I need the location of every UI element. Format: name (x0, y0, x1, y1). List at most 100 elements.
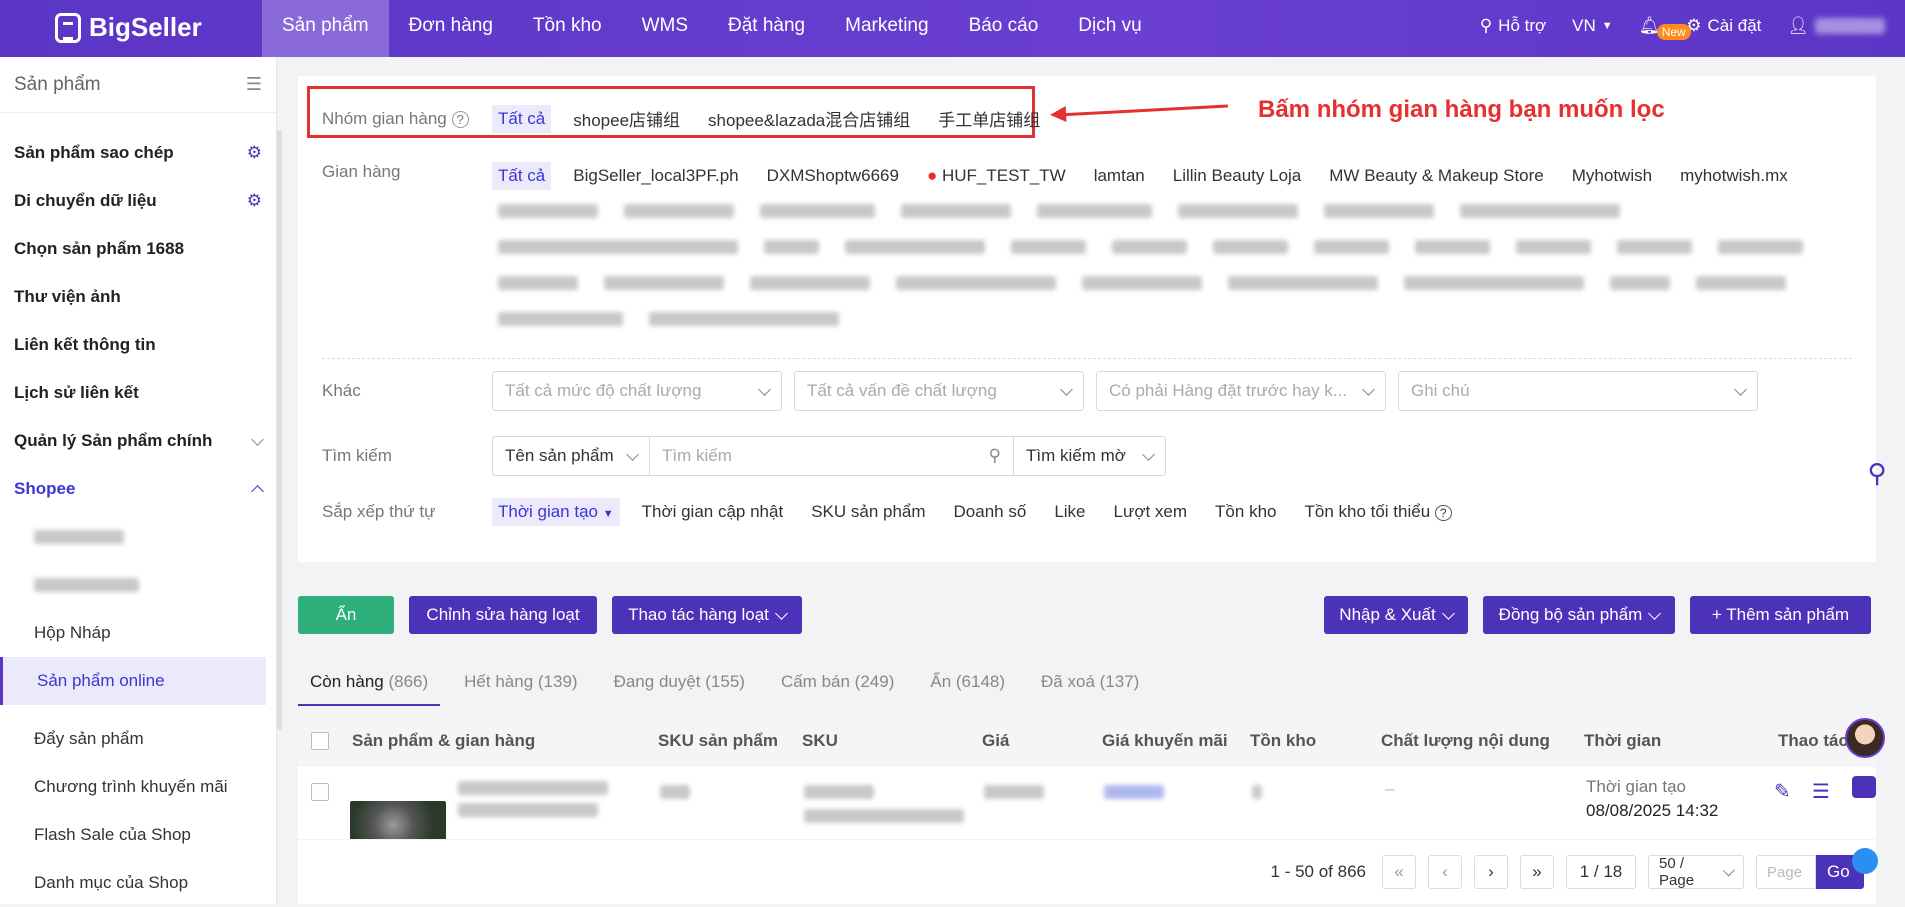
col-content-quality: Chất lượng nội dung (1381, 731, 1550, 750)
sidebar-item-link-history[interactable]: Lịch sử liên kết (0, 369, 276, 417)
sort-created-time[interactable]: Thời gian tạo ▼ (492, 498, 620, 526)
sidebar-sub-blurred-1[interactable] (0, 513, 276, 561)
search-input[interactable]: Tìm kiếm ⚲ (650, 436, 1014, 476)
tab-reviewing[interactable]: Đang duyệt (155) (602, 660, 757, 706)
sidebar-sub-push-products[interactable]: Đẩy sản phẩm (0, 715, 276, 763)
sidebar-sub-blurred-2[interactable] (0, 561, 276, 609)
row-checkbox[interactable] (311, 783, 329, 801)
nav-reports[interactable]: Báo cáo (949, 0, 1059, 57)
sidebar-item-link-info[interactable]: Liên kết thông tin (0, 321, 276, 369)
annotation-text: Bấm nhóm gian hàng bạn muốn lọc (1258, 96, 1665, 123)
preorder-select[interactable]: Có phải Hàng đặt trước hay k... (1096, 371, 1386, 411)
page-jump-input[interactable]: Page (1756, 855, 1816, 889)
sort-stock[interactable]: Tồn kho (1209, 498, 1282, 526)
page-indicator[interactable]: 1 / 18 (1566, 855, 1636, 889)
user-menu[interactable]: 👤︎ (1787, 16, 1885, 36)
floating-search-icon[interactable]: ⚲ (1862, 458, 1892, 488)
sidebar-sub-drafts[interactable]: Hộp Nháp (0, 609, 276, 657)
search-mode-select[interactable]: Tìm kiếm mờ (1014, 436, 1166, 476)
store-chip[interactable]: Lillin Beauty Loja (1167, 162, 1308, 190)
quality-level-select[interactable]: Tất cả mức độ chất lượng (492, 371, 782, 411)
tab-banned[interactable]: Cấm bán (249) (769, 660, 906, 706)
sync-products-button[interactable]: Đồng bộ sản phẩm (1483, 596, 1675, 634)
sidebar-sub-shop-categories[interactable]: Danh mục của Shop (0, 859, 276, 907)
sort-updated-time[interactable]: Thời gian cập nhật (636, 498, 790, 526)
settings-button[interactable]: ⚙ Cài đặt (1686, 16, 1761, 36)
sidebar-item-1688[interactable]: Chọn sản phẩm 1688 (0, 225, 276, 273)
per-page-select[interactable]: 50 / Page (1648, 855, 1744, 889)
table-row[interactable]: – Thời gian tạo 08/08/2025 14:32 ✎ ☰ (298, 767, 1876, 839)
search-field-select[interactable]: Tên sản phẩm (492, 436, 650, 476)
sidebar-item-master-products[interactable]: Quản lý Sản phẩm chính (0, 417, 276, 465)
import-export-button[interactable]: Nhập & Xuất (1324, 596, 1468, 634)
nav-products[interactable]: Sản phẩm (262, 0, 389, 57)
sort-sales[interactable]: Doanh số (948, 498, 1033, 526)
sidebar-item-image-library[interactable]: Thư viện ảnh (0, 273, 276, 321)
tab-out-of-stock[interactable]: Hết hàng (139) (452, 660, 589, 706)
prev-page-button[interactable]: ‹ (1428, 855, 1462, 889)
product-thumbnail[interactable] (350, 801, 446, 839)
col-product: Sản phẩm & gian hàng (352, 731, 536, 750)
nav-purchase[interactable]: Đặt hàng (708, 0, 825, 57)
next-page-button[interactable]: › (1474, 855, 1508, 889)
sidebar-sub-promotions[interactable]: Chương trình khuyến mãi (0, 763, 276, 811)
divider (322, 358, 1852, 359)
store-chip-all[interactable]: Tất cả (492, 162, 552, 190)
collapse-menu-icon[interactable]: ☰ (246, 74, 262, 95)
helper-icon[interactable] (1852, 848, 1878, 874)
notification-button[interactable]: 🔔︎ New (1639, 16, 1691, 40)
bulk-edit-button[interactable]: Chỉnh sửa hàng loạt (409, 596, 597, 634)
nav-orders[interactable]: Đơn hàng (389, 0, 513, 57)
sort-views[interactable]: Lượt xem (1108, 498, 1194, 526)
support-avatar[interactable] (1845, 718, 1885, 758)
store-chip[interactable]: myhotwish.mx (1674, 162, 1794, 190)
last-page-button[interactable]: » (1520, 855, 1554, 889)
sidebar-scrollbar[interactable] (277, 130, 282, 730)
add-product-button[interactable]: + Thêm sản phẩm (1690, 596, 1871, 634)
chevron-down-icon (758, 382, 771, 396)
sidebar-sub-flash-sale[interactable]: Flash Sale của Shop (0, 811, 276, 859)
nav-inventory[interactable]: Tồn kho (513, 0, 622, 57)
sidebar-item-shopee[interactable]: Shopee (0, 465, 276, 513)
sidebar: Sản phẩm ☰ Sản phẩm sao chép ⚙ Di chuyển … (0, 57, 277, 904)
tab-in-stock[interactable]: Còn hàng (866) (298, 660, 441, 706)
store-chip[interactable]: Myhotwish (1566, 162, 1658, 190)
tab-deleted[interactable]: Đã xoá (137) (1029, 660, 1151, 706)
chevron-down-icon (775, 606, 788, 620)
store-chip[interactable]: BigSeller_local3PF.ph (567, 162, 744, 190)
group-chip-mixed[interactable]: shopee&lazada混合店铺组 (702, 102, 916, 135)
nav-services[interactable]: Dịch vụ (1058, 0, 1161, 57)
sidebar-sub-online-products[interactable]: Sản phẩm online (0, 657, 266, 705)
store-chip[interactable]: DXMShoptw6669 (761, 162, 905, 190)
hide-button[interactable]: Ẩn (298, 596, 394, 634)
chat-icon[interactable] (1852, 776, 1876, 798)
brand-name: BigSeller (89, 12, 202, 42)
language-select[interactable]: VN ▼ (1572, 16, 1613, 36)
sort-min-stock[interactable]: Tồn kho tối thiểu ? (1298, 498, 1457, 526)
first-page-button[interactable]: « (1382, 855, 1416, 889)
note-select[interactable]: Ghi chú (1398, 371, 1758, 411)
product-table: Sản phẩm & gian hàng SKU sản phẩm SKU Gi… (298, 715, 1876, 839)
edit-icon[interactable]: ✎ (1774, 779, 1791, 804)
group-chip-all[interactable]: Tất cả (492, 104, 552, 133)
group-chip-manual[interactable]: 手工单店铺组 (932, 102, 1046, 135)
bulk-ops-button[interactable]: Thao tác hàng loạt (612, 596, 802, 634)
sort-sku[interactable]: SKU sản phẩm (805, 498, 931, 526)
store-chip[interactable]: MW Beauty & Makeup Store (1323, 162, 1549, 190)
support-link[interactable]: ⚲ Hỗ trợ (1480, 16, 1546, 36)
brand-logo[interactable]: BigSeller (55, 12, 202, 43)
quality-issue-select[interactable]: Tất cả vấn đề chất lượng (794, 371, 1084, 411)
sidebar-item-copy-products[interactable]: Sản phẩm sao chép ⚙ (0, 129, 276, 177)
list-icon[interactable]: ☰ (1812, 779, 1830, 804)
col-sku: SKU (802, 731, 838, 750)
sort-likes[interactable]: Like (1048, 498, 1091, 526)
group-chip-shopee[interactable]: shopee店铺组 (567, 102, 686, 135)
sidebar-item-data-migration[interactable]: Di chuyển dữ liệu ⚙ (0, 177, 276, 225)
store-chip[interactable]: ● HUF_TEST_TW (921, 162, 1072, 190)
nav-marketing[interactable]: Marketing (825, 0, 948, 57)
store-chip[interactable]: lamtan (1088, 162, 1151, 190)
tab-hidden[interactable]: Ẩn (6148) (918, 660, 1017, 706)
select-all-checkbox[interactable] (311, 732, 329, 750)
nav-wms[interactable]: WMS (622, 0, 708, 57)
sidebar-title: Sản phẩm (14, 73, 101, 95)
